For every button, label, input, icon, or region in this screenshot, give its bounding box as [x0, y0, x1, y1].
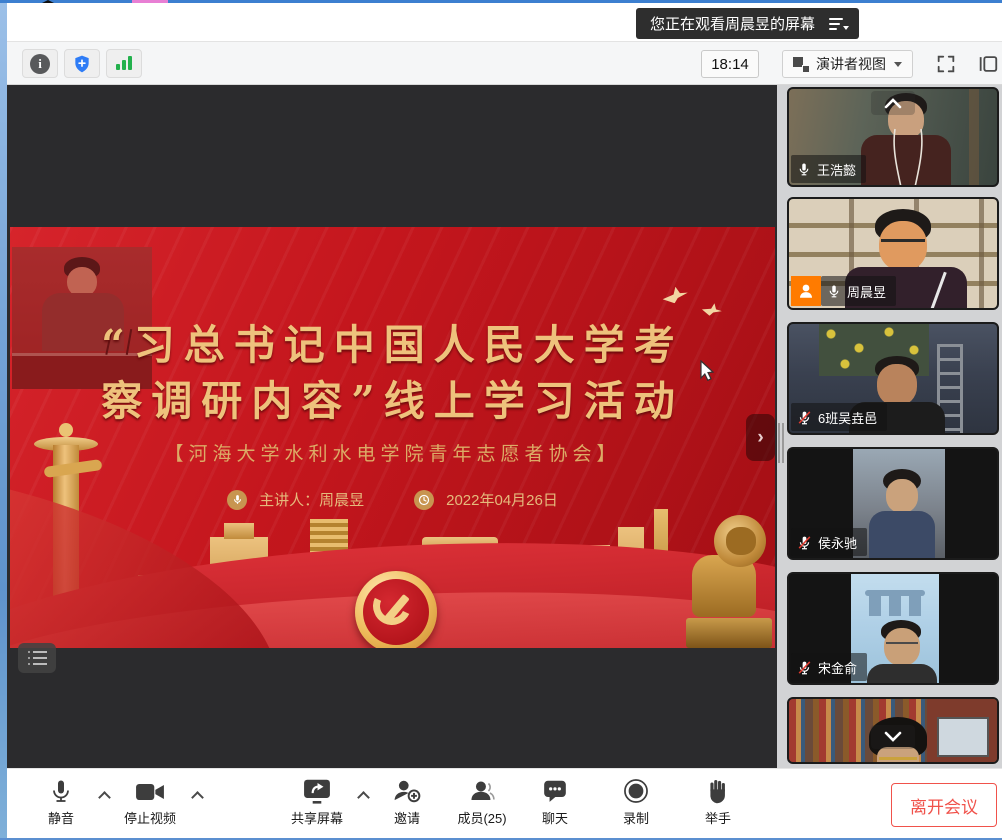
invite-label: 邀请 — [394, 808, 420, 827]
participant-name: 宋金俞 — [818, 658, 857, 677]
invite-person-icon — [393, 777, 421, 804]
raise-hand-label: 举手 — [705, 808, 731, 827]
meeting-toolbar: i 18:14 演讲者视图 — [7, 42, 1002, 85]
raise-hand-button[interactable]: 举手 — [705, 777, 731, 827]
mic-muted-icon — [797, 410, 812, 425]
mute-label: 静音 — [48, 808, 74, 827]
fullscreen-button[interactable] — [929, 49, 963, 78]
mic-muted-icon — [797, 660, 812, 675]
raise-hand-icon — [706, 777, 730, 804]
leave-meeting-button[interactable]: 离开会议 — [891, 783, 997, 827]
invite-button[interactable]: 邀请 — [393, 777, 421, 827]
participant-name: 6班吴垚邑 — [818, 408, 877, 427]
chat-icon — [542, 777, 568, 804]
camera-options-chevron[interactable] — [191, 791, 204, 804]
share-screen-icon — [303, 777, 331, 804]
mic-icon — [49, 777, 73, 804]
slide-speaker-row: 主讲人：周晨昱 2022年04月26日 — [10, 489, 775, 510]
slide-subtitle: 【河海大学水利水电学院青年志愿者协会】 — [10, 439, 775, 466]
participant-name: 周晨昱 — [847, 282, 886, 301]
record-icon — [623, 777, 649, 804]
participant-tile[interactable]: 周晨昱 — [787, 197, 999, 310]
slide-date: 2022年04月26日 — [446, 489, 558, 510]
desktop-edge-left — [0, 0, 7, 840]
fullscreen-icon — [935, 53, 957, 75]
participant-name-bar: 6班吴垚邑 — [791, 403, 887, 431]
layout-icon — [793, 56, 810, 73]
network-quality-button[interactable] — [106, 49, 142, 78]
slide-speaker: 主讲人：周晨昱 — [259, 489, 364, 510]
chevron-right-icon: › — [757, 427, 763, 449]
stop-video-label: 停止视频 — [124, 808, 176, 827]
panel-resize-handle[interactable] — [778, 423, 784, 463]
chevron-down-icon — [894, 62, 902, 67]
info-icon: i — [30, 54, 50, 74]
toggle-side-panel-button[interactable] — [971, 49, 1002, 78]
members-button[interactable]: 成员(25) — [457, 777, 506, 827]
scroll-down-chevron-button[interactable] — [871, 725, 915, 749]
participant-name: 王浩懿 — [817, 160, 856, 179]
list-icon — [28, 651, 47, 665]
presenter-badge — [791, 276, 821, 306]
meeting-clock: 18:14 — [701, 50, 759, 78]
participant-name-bar: 王浩懿 — [791, 155, 866, 183]
next-page-chevron-button[interactable]: › — [746, 414, 775, 461]
participant-tile[interactable] — [787, 697, 999, 764]
mute-button[interactable]: 静音 — [48, 777, 74, 827]
screen-share-banner-text: 您正在观看周晨昱的屏幕 — [650, 13, 815, 34]
presentation-slide: “习总书记中国人民大学考 察调研内容”线上学习活动 【河海大学水利水电学院青年志… — [10, 227, 775, 648]
mic-on-icon — [827, 284, 841, 298]
slide-title-line2: 察调研内容”线上学习活动 — [10, 367, 775, 427]
meeting-info-button[interactable]: i — [22, 49, 58, 78]
record-button[interactable]: 录制 — [623, 777, 649, 827]
shield-plus-icon — [72, 54, 92, 74]
participant-tile[interactable]: 王浩懿 — [787, 87, 999, 187]
banner-menu-icon[interactable] — [829, 18, 845, 30]
participant-tile[interactable]: 宋金俞 — [787, 572, 999, 685]
chat-label: 聊天 — [542, 808, 568, 827]
mic-icon — [227, 490, 247, 510]
share-options-chevron[interactable] — [357, 791, 370, 804]
mic-on-icon — [797, 162, 811, 176]
mic-muted-icon — [797, 535, 812, 550]
share-screen-label: 共享屏幕 — [291, 808, 343, 827]
annotation-list-button[interactable] — [18, 643, 56, 673]
chat-button[interactable]: 聊天 — [542, 777, 568, 827]
record-label: 录制 — [623, 808, 649, 827]
screen-share-banner: 您正在观看周晨昱的屏幕 — [636, 8, 859, 39]
mouse-cursor — [700, 360, 716, 382]
marina-bay-sands-art — [861, 590, 929, 616]
share-screen-button[interactable]: 共享屏幕 — [291, 777, 343, 827]
participant-name: 侯永驰 — [818, 533, 857, 552]
view-mode-dropdown[interactable]: 演讲者视图 — [782, 50, 913, 78]
view-mode-label: 演讲者视图 — [816, 54, 886, 74]
participant-tile[interactable]: 6班吴垚邑 — [787, 322, 999, 435]
camera-icon — [135, 777, 165, 804]
members-icon — [469, 777, 495, 804]
meeting-window: 您正在观看周晨昱的屏幕 i 18:14 演讲者视图 — [0, 0, 1002, 840]
shared-screen-area: “习总书记中国人民大学考 察调研内容”线上学习活动 【河海大学水利水电学院青年志… — [7, 85, 777, 768]
signal-bars-icon — [116, 64, 120, 70]
participant-name-bar: 周晨昱 — [821, 276, 896, 306]
panel-divider — [777, 85, 785, 768]
side-panel-icon — [977, 53, 999, 75]
stop-video-button[interactable]: 停止视频 — [124, 777, 176, 827]
participant-name-bar: 侯永驰 — [791, 528, 867, 556]
golden-lion-art — [686, 515, 772, 648]
window-top-bar: 您正在观看周晨昱的屏幕 — [7, 3, 1002, 42]
participant-name-bar: 宋金俞 — [791, 653, 867, 681]
meeting-time: 18:14 — [711, 56, 749, 73]
scroll-up-chevron-button[interactable] — [871, 91, 915, 115]
members-label: 成员(25) — [457, 808, 506, 827]
participant-tile[interactable]: 侯永驰 — [787, 447, 999, 560]
meeting-security-button[interactable] — [64, 49, 100, 78]
party-emblem-art — [355, 571, 437, 648]
leave-meeting-label: 离开会议 — [910, 793, 978, 818]
slide-title-line1: “习总书记中国人民大学考 — [10, 311, 775, 371]
bottom-control-bar: 静音 停止视频 共享屏幕 邀请 成员(25) — [7, 768, 1002, 838]
participants-panel: 王浩懿 周晨昱 — [785, 85, 1002, 768]
clock-icon — [414, 490, 434, 510]
mic-options-chevron[interactable] — [98, 791, 111, 804]
